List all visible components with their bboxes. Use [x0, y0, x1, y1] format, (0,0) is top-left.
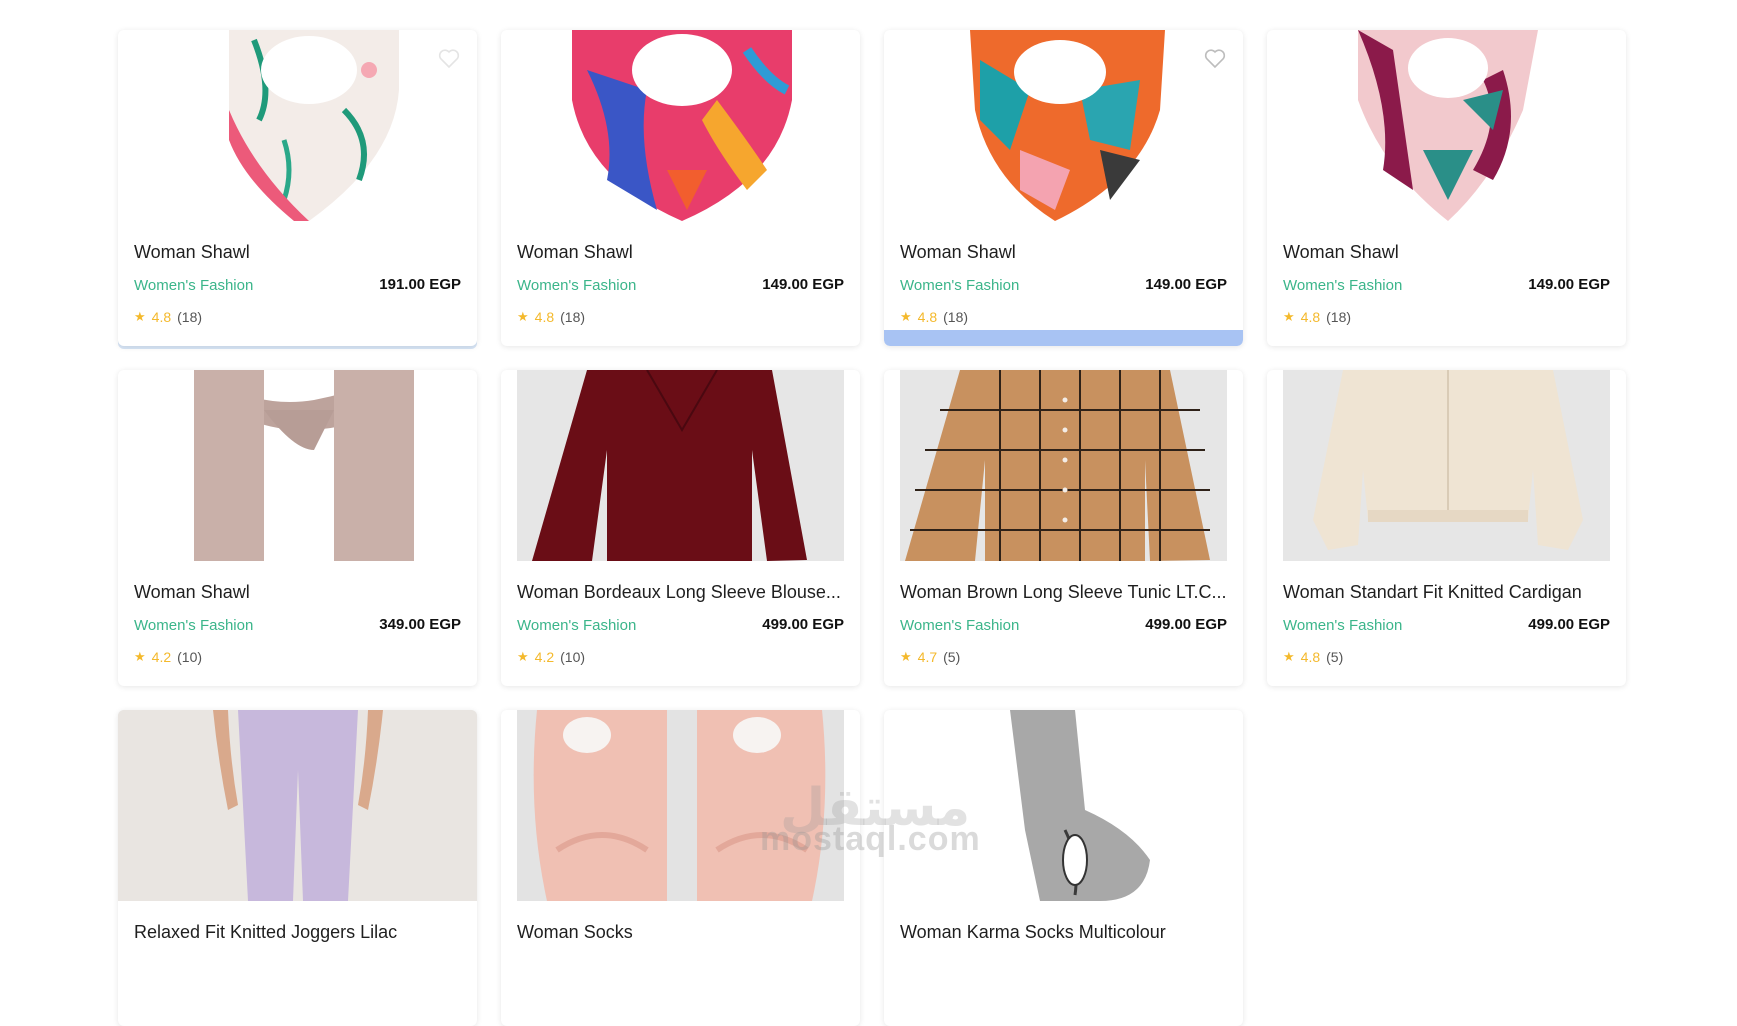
rating-value: 4.8: [917, 309, 938, 325]
product-category: Women's Fashion: [1283, 617, 1403, 634]
rating-value: 4.2: [151, 649, 172, 665]
product-card[interactable]: Woman Shawl Women's Fashion 149.00 EGP ★…: [501, 30, 860, 346]
product-title[interactable]: Woman Socks: [517, 922, 844, 943]
product-image[interactable]: [1283, 370, 1610, 561]
product-category: Women's Fashion: [900, 277, 1020, 294]
product-image[interactable]: [134, 30, 461, 221]
product-price: 149.00 EGP: [1145, 276, 1227, 293]
product-price: 191.00 EGP: [379, 276, 461, 293]
watermark-text: mostaql.com: [760, 820, 981, 858]
product-rating: ★ 4.2 (10): [134, 649, 202, 665]
product-price: 349.00 EGP: [379, 616, 461, 633]
product-price: 499.00 EGP: [1528, 616, 1610, 633]
star-icon: ★: [517, 309, 529, 324]
product-card[interactable]: Woman Karma Socks Multicolour: [884, 710, 1243, 1026]
review-count: (5): [943, 649, 961, 665]
product-rating: ★ 4.8 (18): [900, 309, 968, 325]
star-icon: ★: [134, 649, 146, 664]
product-title[interactable]: Woman Standart Fit Knitted Cardigan: [1283, 582, 1610, 603]
product-category: Women's Fashion: [517, 277, 637, 294]
add-to-cart-bar[interactable]: [884, 330, 1243, 346]
product-price: 499.00 EGP: [762, 616, 844, 633]
product-title[interactable]: Woman Bordeaux Long Sleeve Blouse...: [517, 582, 844, 603]
rating-value: 4.2: [534, 649, 555, 665]
rating-value: 4.8: [534, 309, 555, 325]
review-count: (10): [560, 649, 586, 665]
star-icon: ★: [900, 649, 912, 664]
review-count: (18): [177, 309, 203, 325]
product-category: Women's Fashion: [1283, 277, 1403, 294]
product-title[interactable]: Woman Shawl: [134, 242, 461, 263]
product-image[interactable]: [517, 30, 844, 221]
product-image[interactable]: [118, 710, 477, 901]
product-image[interactable]: [900, 30, 1227, 221]
product-category: Women's Fashion: [134, 277, 254, 294]
product-image[interactable]: [134, 370, 461, 561]
product-image[interactable]: [517, 370, 844, 561]
product-price: 149.00 EGP: [762, 276, 844, 293]
product-card[interactable]: Woman Standart Fit Knitted Cardigan Wome…: [1267, 370, 1626, 686]
product-card[interactable]: Woman Shawl Women's Fashion 349.00 EGP ★…: [118, 370, 477, 686]
product-rating: ★ 4.2 (10): [517, 649, 585, 665]
product-rating: ★ 4.8 (18): [1283, 309, 1351, 325]
product-title[interactable]: Woman Brown Long Sleeve Tunic LT.C...: [900, 582, 1227, 603]
rating-value: 4.8: [1300, 309, 1321, 325]
product-card[interactable]: Woman Shawl Women's Fashion 149.00 EGP ★…: [1267, 30, 1626, 346]
star-icon: ★: [900, 309, 912, 324]
product-title[interactable]: Woman Shawl: [900, 242, 1227, 263]
review-count: (18): [943, 309, 969, 325]
product-title[interactable]: Woman Shawl: [517, 242, 844, 263]
product-title[interactable]: Woman Shawl: [1283, 242, 1610, 263]
product-image[interactable]: [900, 370, 1227, 561]
product-image[interactable]: [1283, 30, 1610, 221]
product-price: 149.00 EGP: [1528, 276, 1610, 293]
product-grid: Woman Shawl Women's Fashion 191.00 EGP ★…: [118, 30, 1626, 1026]
star-icon: ★: [134, 309, 146, 324]
heart-icon[interactable]: [437, 46, 461, 70]
product-title[interactable]: Woman Karma Socks Multicolour: [900, 922, 1227, 943]
product-price: 499.00 EGP: [1145, 616, 1227, 633]
product-title[interactable]: Relaxed Fit Knitted Joggers Lilac: [134, 922, 461, 943]
rating-value: 4.7: [917, 649, 938, 665]
product-card[interactable]: Woman Socks: [501, 710, 860, 1026]
review-count: (5): [1326, 649, 1344, 665]
product-card[interactable]: Woman Brown Long Sleeve Tunic LT.C... Wo…: [884, 370, 1243, 686]
product-rating: ★ 4.8 (18): [517, 309, 585, 325]
product-rating: ★ 4.8 (18): [134, 309, 202, 325]
rating-value: 4.8: [151, 309, 172, 325]
product-rating: ★ 4.8 (5): [1283, 649, 1343, 665]
star-icon: ★: [517, 649, 529, 664]
product-category: Women's Fashion: [517, 617, 637, 634]
star-icon: ★: [1283, 649, 1295, 664]
heart-icon[interactable]: [1203, 46, 1227, 70]
product-card[interactable]: Woman Bordeaux Long Sleeve Blouse... Wom…: [501, 370, 860, 686]
product-rating: ★ 4.7 (5): [900, 649, 960, 665]
product-card[interactable]: Relaxed Fit Knitted Joggers Lilac: [118, 710, 477, 1026]
review-count: (18): [560, 309, 586, 325]
review-count: (18): [1326, 309, 1352, 325]
product-card[interactable]: Woman Shawl Women's Fashion 149.00 EGP ★…: [884, 30, 1243, 346]
review-count: (10): [177, 649, 203, 665]
rating-value: 4.8: [1300, 649, 1321, 665]
product-card[interactable]: Woman Shawl Women's Fashion 191.00 EGP ★…: [118, 30, 477, 346]
product-title[interactable]: Woman Shawl: [134, 582, 461, 603]
star-icon: ★: [1283, 309, 1295, 324]
product-category: Women's Fashion: [900, 617, 1020, 634]
product-category: Women's Fashion: [134, 617, 254, 634]
